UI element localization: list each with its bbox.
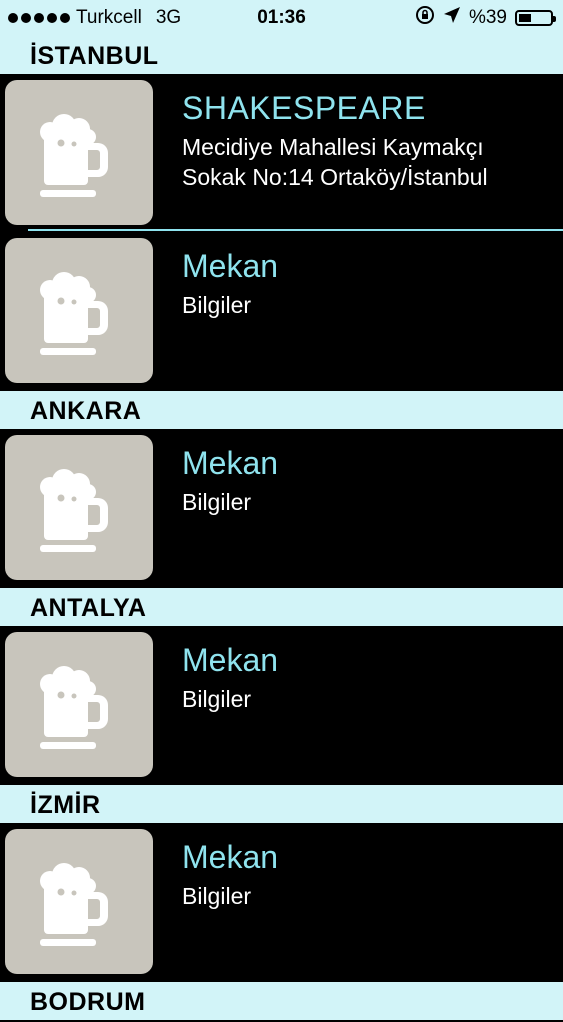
venue-info: Bilgiler — [182, 489, 252, 515]
list-item-mekan[interactable]: Mekan Bilgiler — [0, 626, 563, 783]
status-right: %39 — [415, 0, 556, 36]
section-header-ankara: ANKARA — [0, 391, 563, 429]
row-separator — [28, 229, 563, 231]
list-item-mekan[interactable]: Mekan Bilgiler — [0, 232, 563, 389]
venue-thumbnail — [5, 435, 153, 580]
venue-thumbnail — [5, 632, 153, 777]
venue-title: SHAKESPEARE — [182, 90, 426, 126]
section-header-izmir: İZMİR — [0, 785, 563, 823]
venue-thumbnail — [5, 238, 153, 383]
venue-thumbnail — [5, 829, 153, 974]
network-type: 3G — [155, 7, 182, 28]
section-header-bodrum: BODRUM — [0, 982, 563, 1020]
battery-icon — [515, 10, 556, 26]
section-header-antalya: ANTALYA — [0, 588, 563, 626]
rotation-lock-icon — [415, 5, 435, 31]
list-item-mekan[interactable]: Mekan Bilgiler — [0, 823, 563, 980]
location-arrow-icon — [443, 6, 461, 30]
beer-mug-icon — [40, 468, 108, 552]
status-left: Turkcell 3G — [8, 0, 181, 36]
carrier-name: Turkcell — [76, 7, 142, 28]
venue-title: Mekan — [182, 445, 279, 481]
beer-mug-icon — [40, 665, 108, 749]
signal-strength-icon — [8, 13, 70, 23]
venue-info: Bilgiler — [182, 686, 252, 712]
list-item-shakespeare[interactable]: SHAKESPEARE Mecidiye Mahallesi Kaymakçı … — [0, 74, 563, 231]
venue-title: Mekan — [182, 839, 279, 875]
venue-title: Mekan — [182, 642, 279, 678]
status-bar: Turkcell 3G 01:36 %39 — [0, 0, 563, 36]
battery-percentage: %39 — [468, 7, 507, 28]
beer-mug-icon — [40, 113, 108, 197]
list-item-mekan[interactable]: Mekan Bilgiler — [0, 429, 563, 586]
venue-info: Bilgiler — [182, 883, 252, 909]
venue-thumbnail — [5, 80, 153, 225]
beer-mug-icon — [40, 271, 108, 355]
section-header-istanbul: İSTANBUL — [0, 36, 563, 74]
venue-address: Mecidiye Mahallesi Kaymakçı Sokak No:14 … — [182, 134, 488, 190]
venue-info: Bilgiler — [182, 292, 252, 318]
beer-mug-icon — [40, 862, 108, 946]
venue-title: Mekan — [182, 248, 279, 284]
